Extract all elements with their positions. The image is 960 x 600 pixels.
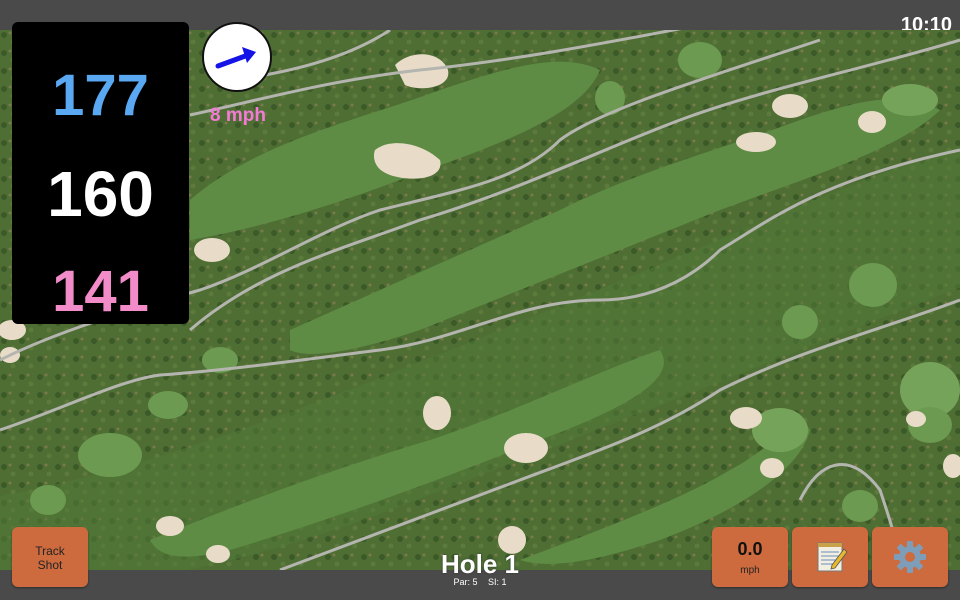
green	[782, 305, 818, 339]
bunker	[760, 458, 784, 478]
wind-speed: 8 mph	[210, 105, 266, 126]
green	[678, 42, 722, 78]
green	[148, 391, 188, 419]
settings-button[interactable]	[872, 527, 948, 587]
speed-value: 0.0	[737, 539, 763, 559]
green	[30, 485, 66, 515]
green	[842, 490, 878, 522]
middle-distance: 160	[47, 158, 154, 230]
hole-title: Hole 1	[440, 549, 520, 579]
bunker	[206, 545, 230, 563]
green	[882, 84, 938, 116]
track-shot-label: Track Shot	[35, 544, 65, 572]
hole-info: Par: 5 SI: 1	[380, 577, 580, 587]
green	[849, 263, 897, 307]
notepad-icon	[817, 542, 848, 572]
wind-indicator[interactable]	[202, 22, 272, 92]
bunker	[906, 411, 926, 427]
gear-icon	[894, 541, 926, 573]
bunker	[730, 407, 762, 429]
speed-button[interactable]: 0.0 mph	[712, 527, 788, 587]
bunker	[772, 94, 808, 118]
yardage-panel: 177 160 141	[12, 22, 189, 324]
green	[78, 433, 142, 477]
bunker	[156, 516, 184, 536]
track-shot-button[interactable]: Track Shot	[12, 527, 88, 587]
hole-stroke-index: SI: 1	[488, 577, 507, 587]
hole-par: Par: 5	[453, 577, 478, 587]
speed-unit: mph	[740, 565, 760, 576]
wind-direction-arrow-icon	[215, 47, 256, 69]
back-distance: 177	[52, 63, 149, 128]
bunker	[423, 396, 451, 430]
notes-button[interactable]	[792, 527, 868, 587]
bunker	[736, 132, 776, 152]
front-distance: 141	[52, 259, 149, 324]
bunker	[504, 433, 548, 463]
bunker	[858, 111, 886, 133]
bunker	[194, 238, 230, 262]
